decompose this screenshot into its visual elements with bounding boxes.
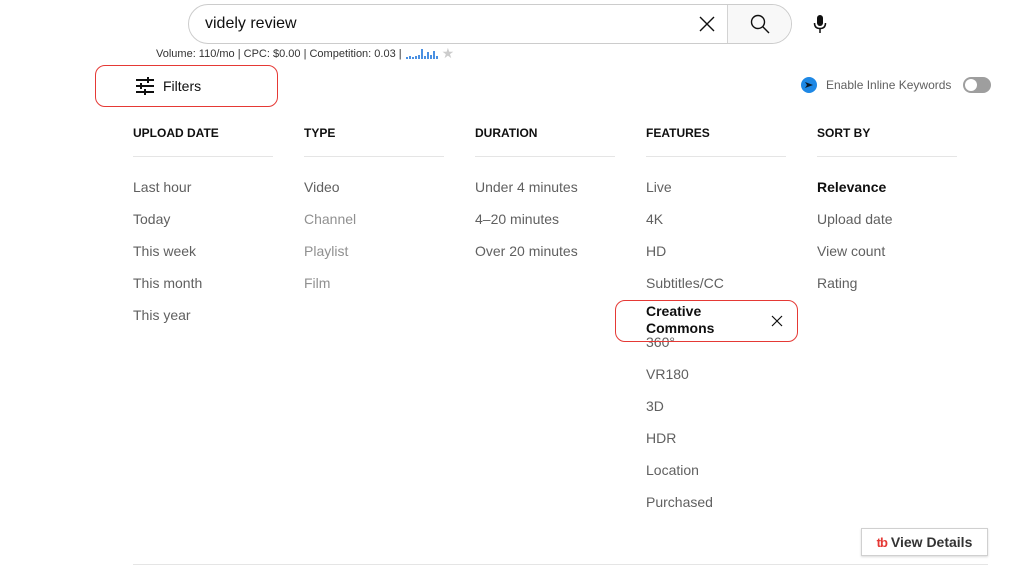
filter-option-film: Film	[304, 275, 331, 291]
trend-bar	[432, 50, 435, 59]
filter-option-3d[interactable]: 3D	[646, 396, 786, 428]
filter-option-live[interactable]: Live	[646, 177, 786, 209]
column-divider	[817, 156, 957, 157]
keyword-stats-text: Volume: 110/mo | CPC: $0.00 | Competitio…	[156, 47, 402, 60]
inline-keywords-control: Enable Inline Keywords	[801, 77, 992, 93]
filter-option-4-20-minutes[interactable]: 4–20 minutes	[475, 209, 615, 241]
sort-option-view-count[interactable]: View count	[817, 241, 957, 273]
search-box	[188, 4, 792, 44]
column-header: TYPE	[304, 126, 336, 140]
sort-option-upload-date[interactable]: Upload date	[817, 209, 957, 241]
filter-option-today[interactable]: Today	[133, 209, 273, 241]
trend-bar	[414, 55, 417, 59]
search-button[interactable]	[727, 5, 791, 43]
filter-option-purchased[interactable]: Purchased	[646, 492, 786, 524]
filter-column-duration: DURATION Under 4 minutes 4–20 minutes Ov…	[475, 125, 615, 273]
trend-bar	[429, 54, 432, 59]
filter-option-this-year[interactable]: This year	[133, 305, 273, 337]
filter-column-type: TYPE Video Channel Playlist Film	[304, 125, 444, 305]
close-icon	[699, 16, 715, 32]
trend-bar	[435, 55, 438, 59]
column-header: DURATION	[475, 126, 538, 140]
filter-option-hdr[interactable]: HDR	[646, 428, 786, 460]
remove-filter-icon[interactable]	[771, 314, 783, 331]
trend-bar	[405, 56, 408, 59]
filters-label: Filters	[163, 78, 202, 94]
extension-logo-icon	[801, 77, 817, 93]
filter-option-over-20-minutes[interactable]: Over 20 minutes	[475, 241, 615, 273]
column-divider	[133, 156, 273, 157]
microphone-icon	[813, 15, 827, 33]
trend-bar	[426, 51, 429, 59]
trend-bar	[423, 55, 426, 59]
filter-option-channel: Channel	[304, 211, 357, 227]
star-icon[interactable]: ★	[442, 45, 455, 62]
trend-bar	[417, 54, 420, 59]
sort-option-rating[interactable]: Rating	[817, 273, 957, 305]
search-icon	[750, 14, 769, 34]
column-divider	[646, 156, 786, 157]
filter-option-playlist: Playlist	[304, 243, 349, 259]
column-header: SORT BY	[817, 126, 871, 140]
filters-button[interactable]: Filters	[95, 65, 278, 107]
column-divider	[475, 156, 615, 157]
search-input[interactable]	[189, 5, 687, 43]
filter-option-hd[interactable]: HD	[646, 241, 786, 273]
trend-bar	[420, 48, 423, 59]
trend-bar	[408, 55, 411, 59]
column-header: UPLOAD DATE	[133, 126, 219, 140]
filter-option-4k[interactable]: 4K	[646, 209, 786, 241]
trend-sparkline	[405, 48, 438, 59]
view-details-button[interactable]: tb View Details	[861, 528, 988, 556]
column-header: FEATURES	[646, 126, 710, 140]
view-details-label: View Details	[890, 534, 973, 550]
keyword-stats: Volume: 110/mo | CPC: $0.00 | Competitio…	[156, 45, 454, 62]
filter-option-this-month[interactable]: This month	[133, 273, 273, 305]
tune-icon	[136, 77, 154, 95]
filter-option-under-4-minutes[interactable]: Under 4 minutes	[475, 177, 615, 209]
filter-column-upload-date: UPLOAD DATE Last hour Today This week Th…	[133, 125, 273, 337]
trend-bar	[411, 56, 414, 59]
filter-option-location[interactable]: Location	[646, 460, 786, 492]
clear-search-button[interactable]	[687, 5, 727, 43]
filter-option-vr180[interactable]: VR180	[646, 364, 786, 396]
bottom-divider	[133, 564, 988, 565]
inline-keywords-label: Enable Inline Keywords	[826, 78, 952, 92]
inline-keywords-toggle[interactable]	[963, 77, 992, 93]
filter-column-sort-by: SORT BY Relevance Upload date View count…	[817, 125, 957, 305]
filter-option-this-week[interactable]: This week	[133, 241, 273, 273]
filter-column-features: FEATURES Live 4K HD Subtitles/CC Creativ…	[615, 125, 798, 524]
column-divider	[304, 156, 444, 157]
filter-option-last-hour[interactable]: Last hour	[133, 177, 273, 209]
filter-option-creative-commons[interactable]: Creative Commons	[615, 300, 798, 342]
voice-search-button[interactable]	[804, 8, 836, 40]
tubebuddy-logo-icon: tb	[876, 534, 888, 550]
filter-option-video[interactable]: Video	[304, 177, 444, 209]
sort-option-relevance[interactable]: Relevance	[817, 177, 957, 209]
